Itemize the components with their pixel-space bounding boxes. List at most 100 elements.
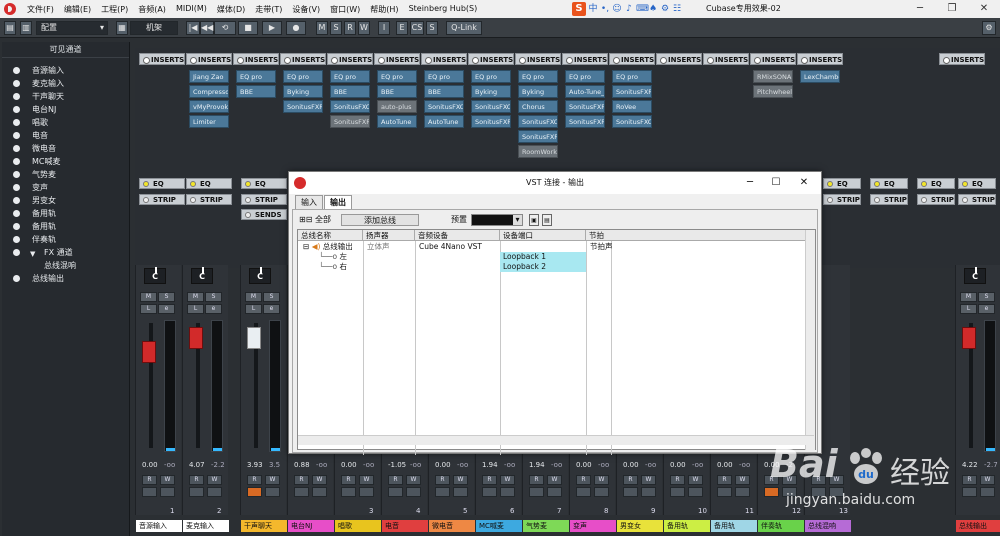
visible-channel-item[interactable]: 麦克输入 xyxy=(2,77,129,90)
visible-channel-item[interactable]: 备用轨 xyxy=(2,207,129,220)
record-enable-button[interactable] xyxy=(688,487,703,497)
channel-name[interactable]: 备用轨 xyxy=(664,520,710,532)
record-enable-button[interactable] xyxy=(207,487,222,497)
record-enable-button[interactable] xyxy=(594,487,609,497)
listen-button[interactable]: L xyxy=(187,304,204,314)
monitor-button[interactable] xyxy=(529,487,544,497)
pan-knob[interactable]: C xyxy=(144,267,166,284)
edit-channel-button[interactable]: e xyxy=(978,304,995,314)
write-automation-button[interactable]: W xyxy=(207,475,222,485)
peak-value[interactable]: 3.5 xyxy=(269,461,280,469)
mute-button[interactable]: M xyxy=(187,292,204,302)
volume-value[interactable]: 4.07 xyxy=(189,461,205,469)
read-automation-button[interactable]: R xyxy=(294,475,309,485)
edit-channel-button[interactable]: e xyxy=(263,304,280,314)
vertical-scrollbar[interactable] xyxy=(805,230,815,450)
col-audio-device[interactable]: 音频设备 xyxy=(415,230,500,241)
peak-value[interactable]: -oo xyxy=(316,461,327,469)
table-row[interactable]: └──o 左 xyxy=(316,252,347,262)
visible-channel-item[interactable]: 电音 xyxy=(2,129,129,142)
edit-channel-button[interactable]: e xyxy=(205,304,222,314)
write-automation-button[interactable]: W xyxy=(641,475,656,485)
maximize-icon[interactable]: ☐ xyxy=(763,172,789,194)
peak-value[interactable]: -oo xyxy=(598,461,609,469)
record-enable-button[interactable] xyxy=(359,487,374,497)
visibility-dot-icon[interactable] xyxy=(13,93,20,100)
visible-channel-item[interactable]: 唱歌 xyxy=(2,116,129,129)
monitor-button[interactable] xyxy=(247,487,262,497)
menu-item[interactable]: 编辑(E) xyxy=(59,4,96,15)
mute-button[interactable]: M xyxy=(140,292,157,302)
panel-icon[interactable]: ▥ xyxy=(20,21,32,35)
volume-value[interactable]: 1.94 xyxy=(482,461,498,469)
write-automation-button[interactable]: W xyxy=(406,475,421,485)
volume-value[interactable]: 0.88 xyxy=(294,461,310,469)
visible-channel-item[interactable]: 微电音 xyxy=(2,142,129,155)
visibility-dot-icon[interactable] xyxy=(13,197,20,204)
monitor-button[interactable] xyxy=(576,487,591,497)
horizontal-scrollbar[interactable] xyxy=(298,435,814,445)
visibility-dot-icon[interactable] xyxy=(13,80,20,87)
table-row[interactable]: ⊟ ◀) 总线输出 xyxy=(300,242,353,252)
volume-value[interactable]: 1.94 xyxy=(529,461,545,469)
volume-value[interactable]: 0.00 xyxy=(576,461,592,469)
monitor-button[interactable] xyxy=(294,487,309,497)
menu-item[interactable]: 文件(F) xyxy=(22,4,59,15)
channel-name[interactable]: 唱歌 xyxy=(335,520,381,532)
listen-button[interactable]: L xyxy=(245,304,262,314)
volume-value[interactable]: 0.00 xyxy=(717,461,733,469)
bus-device[interactable]: Cube 4Nano VST xyxy=(416,242,482,252)
solo-button[interactable]: S xyxy=(263,292,280,302)
channel-name[interactable]: MC喊麦 xyxy=(476,520,522,532)
record-enable-button[interactable] xyxy=(500,487,515,497)
mute-button[interactable]: M xyxy=(245,292,262,302)
visibility-dot-icon[interactable] xyxy=(13,106,20,113)
visibility-dot-icon[interactable] xyxy=(13,171,20,178)
mute-button[interactable]: M xyxy=(960,292,977,302)
col-click[interactable]: 节拍 xyxy=(586,230,807,241)
read-automation-button[interactable]: R xyxy=(717,475,732,485)
edit-channel-button[interactable]: e xyxy=(158,304,175,314)
channel-name[interactable]: 麦克输入 xyxy=(183,520,229,532)
read-automation-button[interactable]: R xyxy=(529,475,544,485)
monitor-button[interactable] xyxy=(717,487,732,497)
volume-value[interactable]: 0.00 xyxy=(341,461,357,469)
pan-knob[interactable]: C xyxy=(191,267,213,284)
visibility-dot-icon[interactable] xyxy=(13,184,20,191)
minimize-icon[interactable]: ─ xyxy=(737,172,763,194)
visible-channel-item[interactable]: ▼ FX 通道 xyxy=(2,246,129,259)
visibility-dot-icon[interactable] xyxy=(13,158,20,165)
channel-name[interactable]: 微电音 xyxy=(429,520,475,532)
table-row[interactable]: └──o 右 xyxy=(316,262,347,272)
read-automation-button[interactable]: R xyxy=(142,475,157,485)
config-select[interactable]: 配置 ▾ xyxy=(36,21,108,35)
listen-button[interactable]: L xyxy=(140,304,157,314)
record-enable-button[interactable] xyxy=(547,487,562,497)
col-bus-name[interactable]: 总线名称 xyxy=(298,230,363,241)
monitor-button[interactable] xyxy=(388,487,403,497)
read-automation-button[interactable]: R xyxy=(341,475,356,485)
read-automation-button[interactable]: R xyxy=(247,475,262,485)
write-automation-button[interactable]: W xyxy=(735,475,750,485)
record-enable-button[interactable] xyxy=(312,487,327,497)
write-automation-button[interactable]: W xyxy=(359,475,374,485)
channel-name[interactable]: 气势麦 xyxy=(523,520,569,532)
visibility-dot-icon[interactable] xyxy=(13,132,20,139)
pan-knob[interactable]: C xyxy=(964,267,986,284)
device-port-cell[interactable]: Loopback 2 xyxy=(500,262,586,272)
col-speaker[interactable]: 扬声器 xyxy=(363,230,415,241)
add-bus-button[interactable]: 添加总线 xyxy=(341,214,419,226)
visible-channel-item[interactable]: 气势麦 xyxy=(2,168,129,181)
record-enable-button[interactable] xyxy=(160,487,175,497)
volume-value[interactable]: 0.00 xyxy=(435,461,451,469)
visible-channel-item[interactable]: MC喊麦 xyxy=(2,155,129,168)
preset-select[interactable]: ▾ xyxy=(471,214,523,226)
visible-channel-item[interactable]: 男变女 xyxy=(2,194,129,207)
write-automation-button[interactable]: W xyxy=(265,475,280,485)
expand-all-toggle[interactable]: ⊞⊟ 全部 xyxy=(299,214,331,226)
channel-name[interactable]: 电台NJ xyxy=(288,520,334,532)
tab-input[interactable]: 输入 xyxy=(295,195,323,209)
read-automation-button[interactable]: R xyxy=(189,475,204,485)
monitor-button[interactable] xyxy=(189,487,204,497)
monitor-button[interactable] xyxy=(482,487,497,497)
